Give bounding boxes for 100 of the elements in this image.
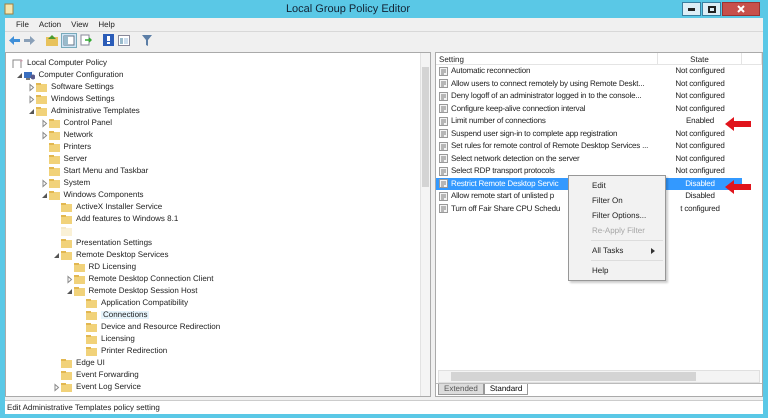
setting-row[interactable]: Suspend user sign-in to complete app registration [436, 128, 658, 140]
tree-item[interactable]: ActiveX Installer Service [76, 203, 162, 211]
tree-item[interactable]: Event Forwarding [76, 371, 139, 379]
tree-item[interactable]: Application Compatibility [101, 299, 188, 307]
maximize-icon [708, 6, 716, 12]
policy-setting-icon [439, 166, 448, 176]
tree-item[interactable]: System [64, 179, 90, 187]
folder-icon [61, 226, 72, 236]
state-text: Not configured [674, 128, 726, 140]
policy-setting-icon [439, 142, 448, 151]
tree-item[interactable]: Edge UI [76, 359, 105, 367]
tree-item[interactable]: Software Settings [51, 83, 114, 91]
folder-up-icon[interactable] [46, 34, 58, 46]
app-icon [4, 3, 14, 15]
menu-item[interactable]: Filter Options... [571, 208, 663, 223]
tree-item[interactable]: Device and Resource Redirection [101, 323, 220, 331]
minimize-button[interactable] [682, 2, 701, 16]
expand-toggle[interactable] [27, 106, 36, 116]
tree-item[interactable]: Computer Configuration [38, 71, 124, 79]
column-header[interactable]: State [658, 53, 742, 64]
state-text: Not configured [674, 102, 726, 115]
tree-item[interactable]: Licensing [101, 335, 135, 343]
folder-icon [61, 214, 72, 224]
filter-icon[interactable] [142, 34, 152, 46]
policy-setting-icon [439, 192, 448, 201]
menu-item[interactable]: File [11, 20, 34, 28]
folder-icon [48, 178, 60, 188]
tree-item[interactable]: Control Panel [64, 119, 112, 127]
setting-row[interactable]: Limit number of connections [436, 115, 658, 128]
tree-item[interactable]: Server [64, 155, 88, 163]
tree-item[interactable]: Remote Desktop Services [76, 251, 168, 259]
menu-item[interactable]: Action [34, 20, 66, 28]
forward-icon[interactable] [24, 36, 35, 44]
tree-item[interactable]: Local Computer Policy [27, 59, 108, 67]
tree-item[interactable]: Windows Settings [51, 95, 115, 103]
setting-row[interactable]: Configure keep-alive connection interval [436, 102, 658, 115]
expand-toggle[interactable] [27, 94, 36, 104]
folder-icon [61, 358, 72, 368]
tree-view-icon[interactable] [62, 34, 76, 46]
maximize-button[interactable] [702, 2, 721, 16]
menu-item[interactable]: View [66, 20, 94, 28]
menu-item[interactable]: All Tasks [571, 243, 663, 258]
setting-name: Deny logoff of an administrator logged in to the console... [451, 92, 642, 100]
tree-item[interactable]: Printers [64, 143, 92, 151]
menu-item[interactable]: Filter On [571, 193, 663, 208]
expand-toggle[interactable] [40, 118, 48, 128]
folder-icon [36, 82, 47, 92]
tree-item[interactable]: Add features to Windows 8.1 [76, 215, 178, 223]
setting-row[interactable]: Select RDP transport protocols [436, 165, 658, 178]
properties-icon[interactable] [118, 34, 130, 46]
export-icon[interactable] [80, 34, 92, 46]
menu-item[interactable]: Help [571, 263, 663, 278]
tree-item[interactable]: Administrative Templates [51, 107, 140, 115]
horizontal-scrollbar[interactable] [438, 370, 760, 383]
view-tab[interactable]: Standard [484, 384, 528, 395]
expand-toggle[interactable] [40, 178, 48, 188]
expand-toggle[interactable] [40, 190, 48, 200]
expand-toggle[interactable] [64, 274, 74, 284]
close-icon [737, 5, 745, 13]
setting-row[interactable]: Set rules for remote control of Remote Desktop Services ... [436, 140, 658, 152]
setting-name: Set rules for remote control of Remote Desktop Services ... [451, 142, 648, 150]
expand-toggle[interactable] [52, 382, 61, 392]
tree-item[interactable]: Event Log Service [76, 383, 141, 391]
folder-icon [48, 142, 60, 152]
tree-item[interactable]: Windows Components [64, 191, 144, 199]
expand-toggle[interactable] [14, 70, 24, 80]
expand-toggle[interactable] [40, 130, 48, 140]
expand-toggle[interactable] [64, 286, 74, 296]
setting-row[interactable]: Automatic reconnection [436, 65, 658, 78]
policy-setting-icon [439, 154, 448, 164]
back-icon[interactable] [9, 36, 20, 44]
setting-row[interactable]: Allow users to connect remotely by using Remote Deskt... [436, 78, 658, 90]
tree-item[interactable]: RD Licensing [88, 263, 136, 271]
tree-item[interactable]: Printer Redirection [101, 347, 168, 355]
state-text: Disabled [684, 190, 716, 202]
folder-icon [36, 106, 47, 116]
tree-item[interactable]: Start Menu and Taskbar [64, 167, 148, 175]
tree-item[interactable]: Network [64, 131, 93, 139]
tree-item[interactable]: Remote Desktop Session Host [88, 287, 198, 295]
tree-item[interactable]: Connections [101, 311, 150, 319]
vertical-scrollbar[interactable] [420, 53, 430, 396]
column-header[interactable]: Setting [436, 53, 658, 64]
state-text: Not configured [674, 140, 726, 152]
setting-row[interactable]: Select network detection on the server [436, 152, 658, 165]
folder-icon [74, 274, 84, 284]
help-icon[interactable] [103, 34, 114, 46]
folder-icon [61, 250, 72, 260]
folder-icon [48, 130, 60, 140]
setting-row[interactable]: Deny logoff of an administrator logged in to the console... [436, 90, 658, 102]
window-title: Local Group Policy Editor [284, 4, 412, 14]
view-tab[interactable]: Extended [438, 384, 484, 395]
tree-item[interactable]: Presentation Settings [76, 239, 152, 247]
folder-icon [74, 262, 84, 272]
setting-name: Select network detection on the server [451, 154, 580, 163]
close-button[interactable] [722, 2, 760, 16]
expand-toggle[interactable] [52, 250, 61, 260]
state-text: t configured [679, 202, 721, 215]
tree-item[interactable]: Remote Desktop Connection Client [88, 275, 214, 283]
menu-item[interactable]: Help [93, 20, 120, 28]
expand-toggle[interactable] [27, 82, 36, 92]
